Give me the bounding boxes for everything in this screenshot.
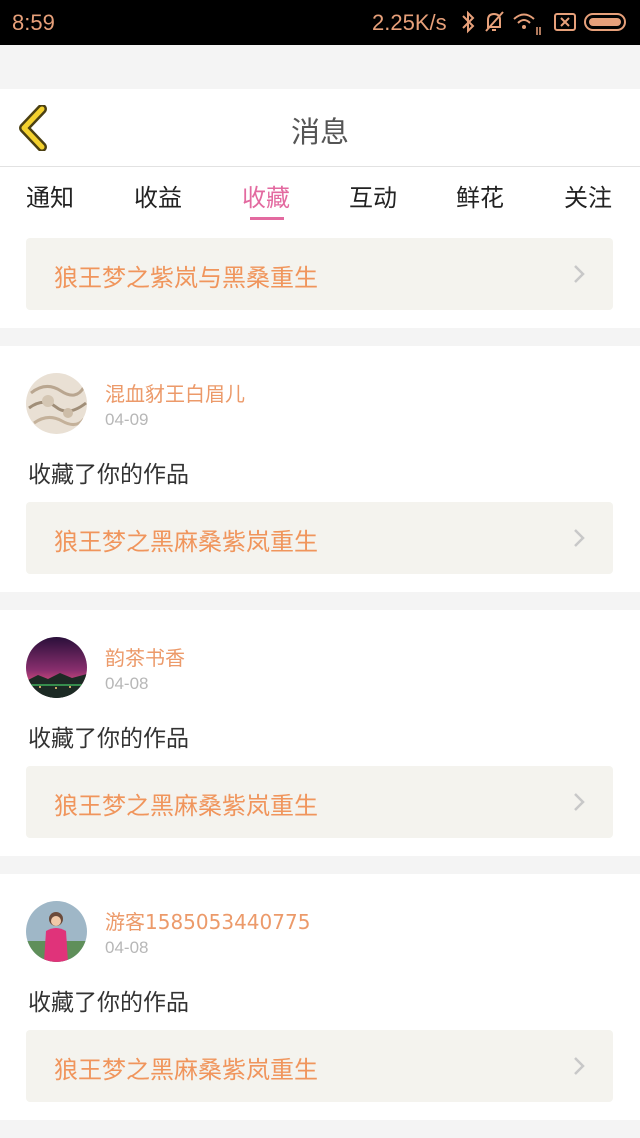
avatar[interactable]	[26, 637, 87, 698]
message-date: 04-08	[105, 674, 149, 693]
chevron-right-icon	[574, 529, 585, 547]
status-bar: 8:59 2.25K/s	[0, 0, 640, 45]
work-link[interactable]: 狼王梦之黑麻桑紫岚重生	[26, 1030, 613, 1102]
message-card: 韵茶书香 04-08 收藏了你的作品 狼王梦之黑麻桑紫岚重生	[0, 610, 640, 856]
action-text: 收藏了你的作品	[28, 462, 189, 488]
message-card: 游客1585053440775 04-08 收藏了你的作品 狼王梦之黑麻桑紫岚重…	[0, 874, 640, 1120]
header-bar: 消息	[0, 89, 640, 167]
action-text: 收藏了你的作品	[28, 990, 189, 1016]
tab-favorites[interactable]: 收藏	[242, 178, 290, 213]
avatar[interactable]	[26, 373, 87, 434]
tab-follows[interactable]: 关注	[564, 178, 612, 213]
no-sim-icon	[554, 13, 576, 31]
chevron-right-icon	[574, 1057, 585, 1075]
page-title: 消息	[290, 115, 349, 149]
status-time: 8:59	[12, 10, 55, 35]
active-tab-indicator	[250, 217, 284, 220]
battery-icon	[584, 13, 626, 31]
work-title: 狼王梦之紫岚与黑桑重生	[54, 264, 318, 292]
tab-flowers[interactable]: 鲜花	[456, 178, 504, 213]
tab-interactions[interactable]: 互动	[349, 178, 397, 213]
work-title: 狼王梦之黑麻桑紫岚重生	[54, 528, 318, 556]
bluetooth-icon	[462, 10, 475, 34]
mute-bell-icon	[485, 11, 504, 32]
work-link[interactable]: 狼王梦之紫岚与黑桑重生	[26, 238, 613, 310]
wifi-icon	[513, 13, 541, 35]
network-speed: 2.25K/s	[372, 10, 447, 35]
username[interactable]: 韵茶书香	[105, 642, 185, 671]
work-title: 狼王梦之黑麻桑紫岚重生	[54, 1056, 318, 1084]
work-link[interactable]: 狼王梦之黑麻桑紫岚重生	[26, 502, 613, 574]
tab-bar: 通知 收益 收藏 互动 鲜花 关注	[0, 167, 640, 227]
tab-earnings[interactable]: 收益	[134, 178, 182, 213]
chevron-right-icon	[574, 793, 585, 811]
username[interactable]: 游客1585053440775	[105, 906, 310, 935]
work-title: 狼王梦之黑麻桑紫岚重生	[54, 792, 318, 820]
chevron-right-icon	[574, 265, 585, 283]
username[interactable]: 混血豺王白眉儿	[105, 378, 245, 407]
message-date: 04-09	[105, 410, 149, 429]
tab-notifications[interactable]: 通知	[26, 178, 74, 213]
message-date: 04-08	[105, 938, 149, 957]
message-card: 狼王梦之紫岚与黑桑重生	[0, 227, 640, 328]
work-link[interactable]: 狼王梦之黑麻桑紫岚重生	[26, 766, 613, 838]
message-card: 混血豺王白眉儿 04-09 收藏了你的作品 狼王梦之黑麻桑紫岚重生	[0, 346, 640, 592]
avatar[interactable]	[26, 901, 87, 962]
action-text: 收藏了你的作品	[28, 726, 189, 752]
